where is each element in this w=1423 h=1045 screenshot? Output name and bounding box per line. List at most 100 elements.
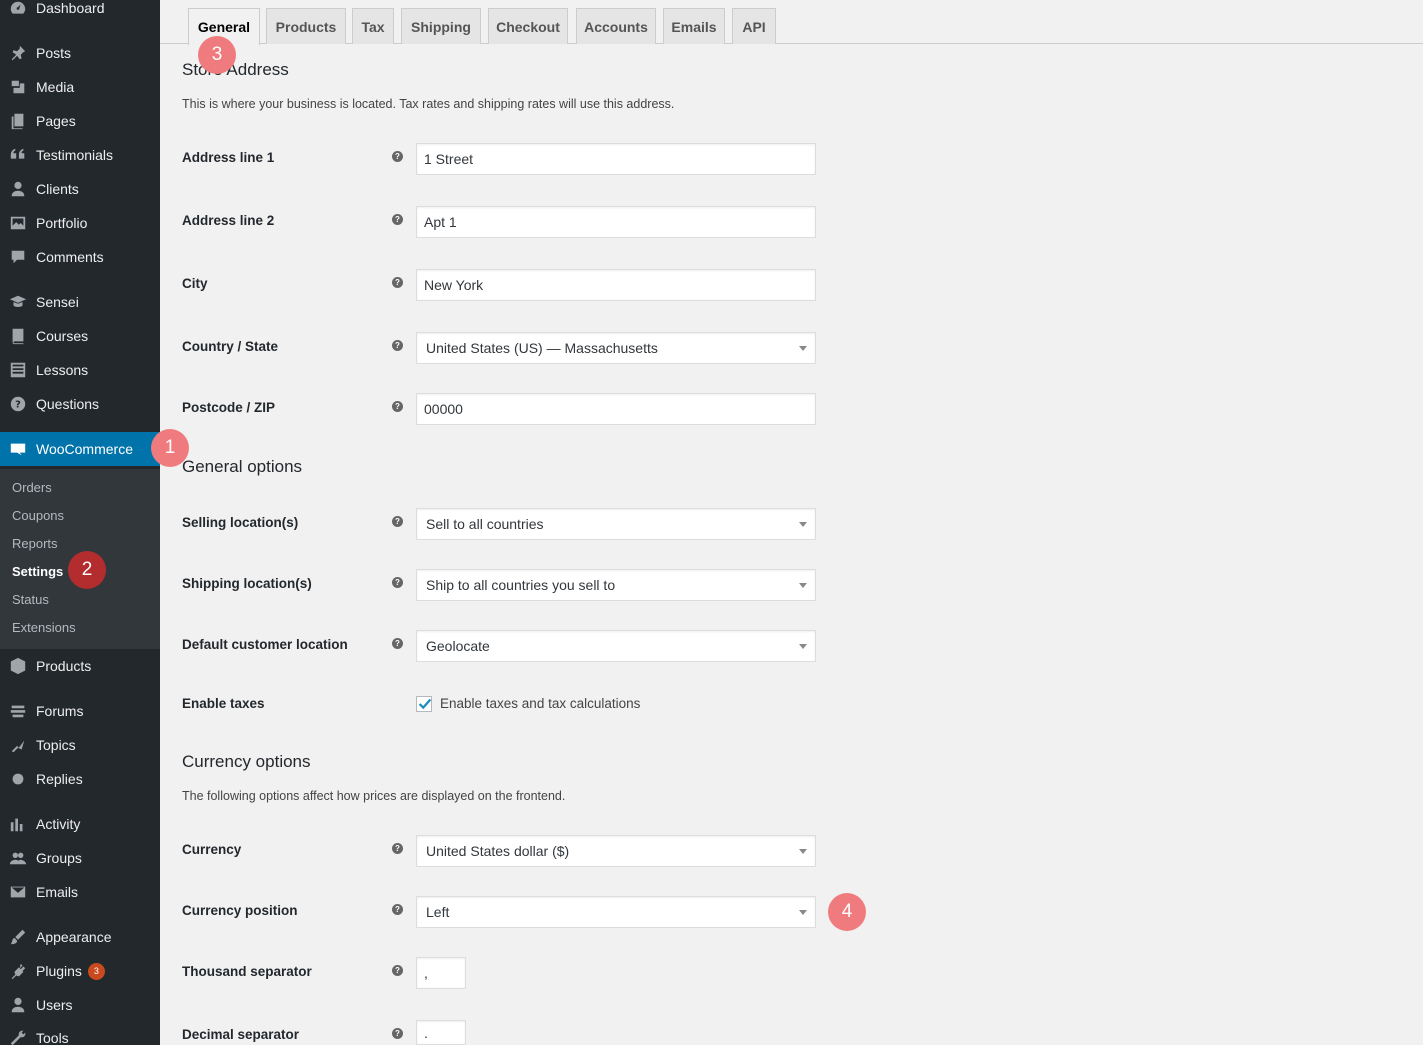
box-icon [8, 656, 28, 676]
menu-label: Sensei [36, 294, 79, 310]
menu-tools[interactable]: Tools [0, 1021, 160, 1045]
dropdown-arrow-icon [799, 583, 807, 588]
menu-questions[interactable]: ? Questions [0, 387, 160, 421]
submenu-status[interactable]: Status [12, 592, 49, 607]
submenu-orders[interactable]: Orders [12, 480, 52, 495]
selling-locations-value: Sell to all countries [426, 516, 544, 532]
country-state-value: United States (US) — Massachusetts [426, 340, 658, 356]
menu-label: Courses [36, 328, 89, 344]
country-state-select[interactable]: United States (US) — Massachusetts [416, 332, 816, 364]
brush-icon [8, 927, 28, 947]
address-line-1-input[interactable]: 1 Street [416, 143, 816, 175]
submenu-coupons[interactable]: Coupons [12, 508, 64, 523]
menu-label: Tools [36, 1030, 69, 1045]
menu-portfolio[interactable]: Portfolio [0, 206, 160, 240]
menu-dashboard[interactable]: Dashboard [0, 0, 160, 25]
thousand-separator-input[interactable]: , [416, 957, 466, 989]
help-icon[interactable]: ? [392, 516, 403, 527]
menu-label: Questions [36, 396, 100, 412]
help-icon[interactable]: ? [392, 843, 403, 854]
plug-icon [8, 961, 28, 981]
dropdown-arrow-icon [799, 346, 807, 351]
help-icon[interactable]: ? [392, 638, 403, 649]
shipping-locations-label: Shipping location(s) [182, 576, 312, 591]
currency-select[interactable]: United States dollar ($) [416, 835, 816, 867]
selling-locations-select[interactable]: Sell to all countries [416, 508, 816, 540]
tab-tax[interactable]: Tax [352, 8, 394, 44]
menu-activity[interactable]: Activity [0, 807, 160, 841]
menu-replies[interactable]: Replies [0, 762, 160, 796]
menu-testimonials[interactable]: Testimonials [0, 138, 160, 172]
store-address-title: Store Address [182, 60, 289, 79]
menu-products[interactable]: Products [0, 649, 160, 683]
default-customer-location-value: Geolocate [426, 638, 490, 654]
menu-label: Dashboard [36, 0, 105, 16]
help-icon[interactable]: ? [392, 401, 403, 412]
tab-shipping[interactable]: Shipping [401, 8, 481, 44]
menu-plugins[interactable]: Plugins 3 [0, 954, 160, 988]
quote-icon [8, 145, 28, 165]
help-icon[interactable]: ? [392, 277, 403, 288]
tab-api[interactable]: API [732, 8, 776, 44]
menu-label: WooCommerce [36, 441, 133, 457]
admin-sidebar: Dashboard Posts Media Pages Testimonials… [0, 0, 160, 1045]
menu-label: Lessons [36, 362, 89, 378]
menu-media[interactable]: Media [0, 70, 160, 104]
menu-label: Comments [36, 249, 104, 265]
menu-users[interactable]: Users [0, 988, 160, 1022]
address-line-2-input[interactable]: Apt 1 [416, 206, 816, 238]
menu-topics[interactable]: Topics [0, 728, 160, 762]
currency-position-value: Left [426, 904, 450, 920]
media-icon [8, 77, 28, 97]
enable-taxes-checkbox[interactable] [416, 696, 432, 712]
tab-accounts[interactable]: Accounts [576, 8, 656, 44]
activity-icon [8, 814, 28, 834]
menu-posts[interactable]: Posts [0, 36, 160, 70]
menu-woocommerce[interactable]: WooCommerce [0, 432, 160, 466]
menu-groups[interactable]: Groups [0, 841, 160, 875]
menu-courses[interactable]: Courses [0, 319, 160, 353]
svg-text:?: ? [15, 400, 21, 411]
help-icon[interactable]: ? [392, 577, 403, 588]
dropdown-arrow-icon [799, 910, 807, 915]
tab-products[interactable]: Products [266, 8, 346, 44]
currency-value: United States dollar ($) [426, 843, 570, 859]
step-marker-1: 1 [151, 429, 189, 467]
help-icon[interactable]: ? [392, 965, 403, 976]
help-icon[interactable]: ? [392, 340, 403, 351]
step-marker-4: 4 [828, 893, 866, 931]
menu-comments[interactable]: Comments [0, 240, 160, 274]
postcode-input[interactable]: 00000 [416, 393, 816, 425]
help-icon[interactable]: ? [392, 904, 403, 915]
submenu-settings[interactable]: Settings [12, 564, 63, 579]
menu-lessons[interactable]: Lessons [0, 353, 160, 387]
users-icon [8, 995, 28, 1015]
tab-emails[interactable]: Emails [663, 8, 725, 44]
address-line-2-label: Address line 2 [182, 213, 275, 228]
city-input[interactable]: New York [416, 269, 816, 301]
menu-clients[interactable]: Clients [0, 172, 160, 206]
decimal-separator-input[interactable]: . [416, 1020, 466, 1045]
country-state-label: Country / State [182, 339, 279, 354]
submenu-reports[interactable]: Reports [12, 536, 58, 551]
shipping-locations-select[interactable]: Ship to all countries you sell to [416, 569, 816, 601]
currency-position-label: Currency position [182, 903, 298, 918]
menu-label: Products [36, 658, 92, 674]
currency-options-description: The following options affect how prices … [182, 789, 566, 803]
menu-appearance[interactable]: Appearance [0, 920, 160, 954]
general-options-title: General options [182, 457, 303, 476]
default-customer-location-select[interactable]: Geolocate [416, 630, 816, 662]
currency-position-select[interactable]: Left [416, 896, 816, 928]
help-icon[interactable]: ? [392, 214, 403, 225]
currency-label: Currency [182, 842, 242, 857]
menu-forums[interactable]: Forums [0, 694, 160, 728]
help-icon[interactable]: ? [392, 1028, 403, 1039]
menu-emails[interactable]: Emails [0, 875, 160, 909]
menu-label: Appearance [36, 929, 112, 945]
menu-sensei[interactable]: Sensei [0, 285, 160, 319]
submenu-extensions[interactable]: Extensions [12, 620, 76, 635]
menu-pages[interactable]: Pages [0, 104, 160, 138]
help-icon[interactable]: ? [392, 151, 403, 162]
list-icon [8, 360, 28, 380]
tab-checkout[interactable]: Checkout [488, 8, 568, 44]
